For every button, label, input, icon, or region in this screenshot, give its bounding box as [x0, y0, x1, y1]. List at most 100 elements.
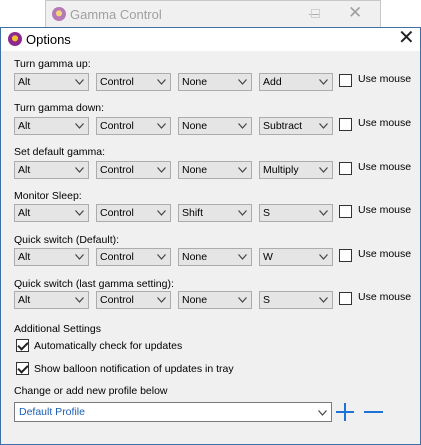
background-window: Gamma Control ✕ — [45, 0, 381, 28]
select-value: Control — [100, 164, 134, 176]
select-value: None — [182, 120, 208, 132]
select-value: Add — [263, 76, 282, 88]
use-mouse-label: Use mouse — [358, 291, 412, 303]
use-mouse-checkbox[interactable] — [339, 205, 352, 218]
maximize-icon[interactable] — [311, 9, 320, 18]
select-value: W — [263, 251, 273, 263]
select-value: None — [182, 251, 208, 263]
close-icon[interactable]: ✕ — [348, 3, 362, 23]
chevron-down-icon — [75, 293, 84, 303]
use-mouse-checkbox[interactable] — [339, 292, 352, 305]
select-value: S — [263, 207, 271, 219]
additional-settings-heading: Additional Settings — [14, 323, 101, 335]
hotkey-modifier-3-select[interactable]: Shift — [178, 204, 252, 222]
hotkey-key-select[interactable]: Add — [259, 73, 333, 91]
hotkey-modifier-1-select[interactable]: Alt — [14, 73, 89, 91]
select-value: Control — [100, 120, 134, 132]
chevron-down-icon — [319, 163, 328, 173]
hotkey-key-select[interactable]: S — [259, 291, 333, 309]
use-mouse-label: Use mouse — [358, 117, 412, 129]
chevron-down-icon — [238, 250, 247, 260]
hotkey-modifier-3-select[interactable]: None — [178, 248, 252, 266]
select-value: Subtract — [263, 120, 303, 132]
select-value: Control — [100, 251, 134, 263]
hotkey-label: Monitor Sleep: — [14, 190, 82, 202]
chevron-down-icon — [75, 206, 84, 216]
profile-select-value: Default Profile — [19, 406, 85, 418]
gamma-logo-icon — [8, 32, 22, 46]
select-value: None — [182, 294, 208, 306]
chevron-down-icon — [238, 206, 247, 216]
chevron-down-icon — [319, 119, 328, 129]
chevron-down-icon — [238, 119, 247, 129]
remove-profile-minus-icon[interactable] — [364, 403, 383, 421]
use-mouse-checkbox[interactable] — [339, 162, 352, 175]
hotkey-label: Turn gamma down: — [14, 102, 105, 114]
hotkey-modifier-1-select[interactable]: Alt — [14, 117, 89, 135]
select-value: Shift — [182, 207, 204, 219]
dialog-titlebar: Options ✕ — [1, 27, 420, 51]
chevron-down-icon — [319, 75, 328, 85]
auto-update-label: Automatically check for updates — [34, 340, 183, 352]
chevron-down-icon — [75, 119, 84, 129]
select-value: Alt — [18, 207, 31, 219]
chevron-down-icon — [319, 250, 328, 260]
chevron-down-icon — [157, 293, 166, 303]
add-profile-plus-icon[interactable] — [336, 403, 354, 421]
auto-update-checkbox[interactable] — [16, 339, 29, 352]
use-mouse-label: Use mouse — [358, 248, 412, 260]
hotkey-modifier-3-select[interactable]: None — [178, 117, 252, 135]
hotkey-label: Quick switch (Default): — [14, 234, 120, 246]
use-mouse-checkbox[interactable] — [339, 74, 352, 87]
hotkey-key-select[interactable]: Multiply — [259, 161, 333, 179]
hotkey-modifier-3-select[interactable]: None — [178, 161, 252, 179]
profile-select[interactable]: Default Profile — [14, 402, 332, 422]
chevron-down-icon — [157, 119, 166, 129]
balloon-notification-label: Show balloon notification of updates in … — [34, 363, 234, 375]
hotkey-key-select[interactable]: W — [259, 248, 333, 266]
options-dialog: Options ✕ Turn gamma up: Alt Control None Ad… — [0, 27, 421, 445]
chevron-down-icon — [319, 206, 328, 216]
hotkey-modifier-2-select[interactable]: Control — [96, 117, 171, 135]
chevron-down-icon — [157, 163, 166, 173]
hotkey-modifier-1-select[interactable]: Alt — [14, 204, 89, 222]
select-value: Control — [100, 294, 134, 306]
chevron-down-icon — [75, 75, 84, 85]
select-value: Alt — [18, 164, 31, 176]
select-value: Alt — [18, 120, 31, 132]
chevron-down-icon — [157, 250, 166, 260]
hotkey-modifier-1-select[interactable]: Alt — [14, 161, 89, 179]
hotkey-modifier-3-select[interactable]: None — [178, 291, 252, 309]
use-mouse-checkbox[interactable] — [339, 249, 352, 262]
chevron-down-icon — [238, 293, 247, 303]
select-value: None — [182, 164, 208, 176]
chevron-down-icon — [75, 250, 84, 260]
hotkey-key-select[interactable]: S — [259, 204, 333, 222]
select-value: None — [182, 76, 208, 88]
hotkey-modifier-2-select[interactable]: Control — [96, 73, 171, 91]
dialog-close-icon[interactable]: ✕ — [398, 27, 415, 49]
chevron-down-icon — [157, 206, 166, 216]
use-mouse-label: Use mouse — [358, 204, 412, 216]
select-value: Control — [100, 76, 134, 88]
hotkey-key-select[interactable]: Subtract — [259, 117, 333, 135]
hotkey-modifier-2-select[interactable]: Control — [96, 204, 171, 222]
hotkey-label: Turn gamma up: — [14, 58, 91, 70]
select-value: Alt — [18, 294, 31, 306]
hotkey-modifier-1-select[interactable]: Alt — [14, 248, 89, 266]
hotkey-modifier-2-select[interactable]: Control — [96, 248, 171, 266]
select-value: Alt — [18, 251, 31, 263]
chevron-down-icon — [238, 163, 247, 173]
chevron-down-icon — [75, 163, 84, 173]
hotkey-label: Set default gamma: — [14, 146, 106, 158]
hotkey-modifier-1-select[interactable]: Alt — [14, 291, 89, 309]
chevron-down-icon — [157, 75, 166, 85]
dialog-title: Options — [26, 32, 71, 47]
select-value: Multiply — [263, 164, 299, 176]
use-mouse-label: Use mouse — [358, 161, 412, 173]
use-mouse-checkbox[interactable] — [339, 118, 352, 131]
balloon-notification-checkbox[interactable] — [16, 362, 29, 375]
hotkey-modifier-2-select[interactable]: Control — [96, 161, 171, 179]
hotkey-modifier-2-select[interactable]: Control — [96, 291, 171, 309]
hotkey-modifier-3-select[interactable]: None — [178, 73, 252, 91]
